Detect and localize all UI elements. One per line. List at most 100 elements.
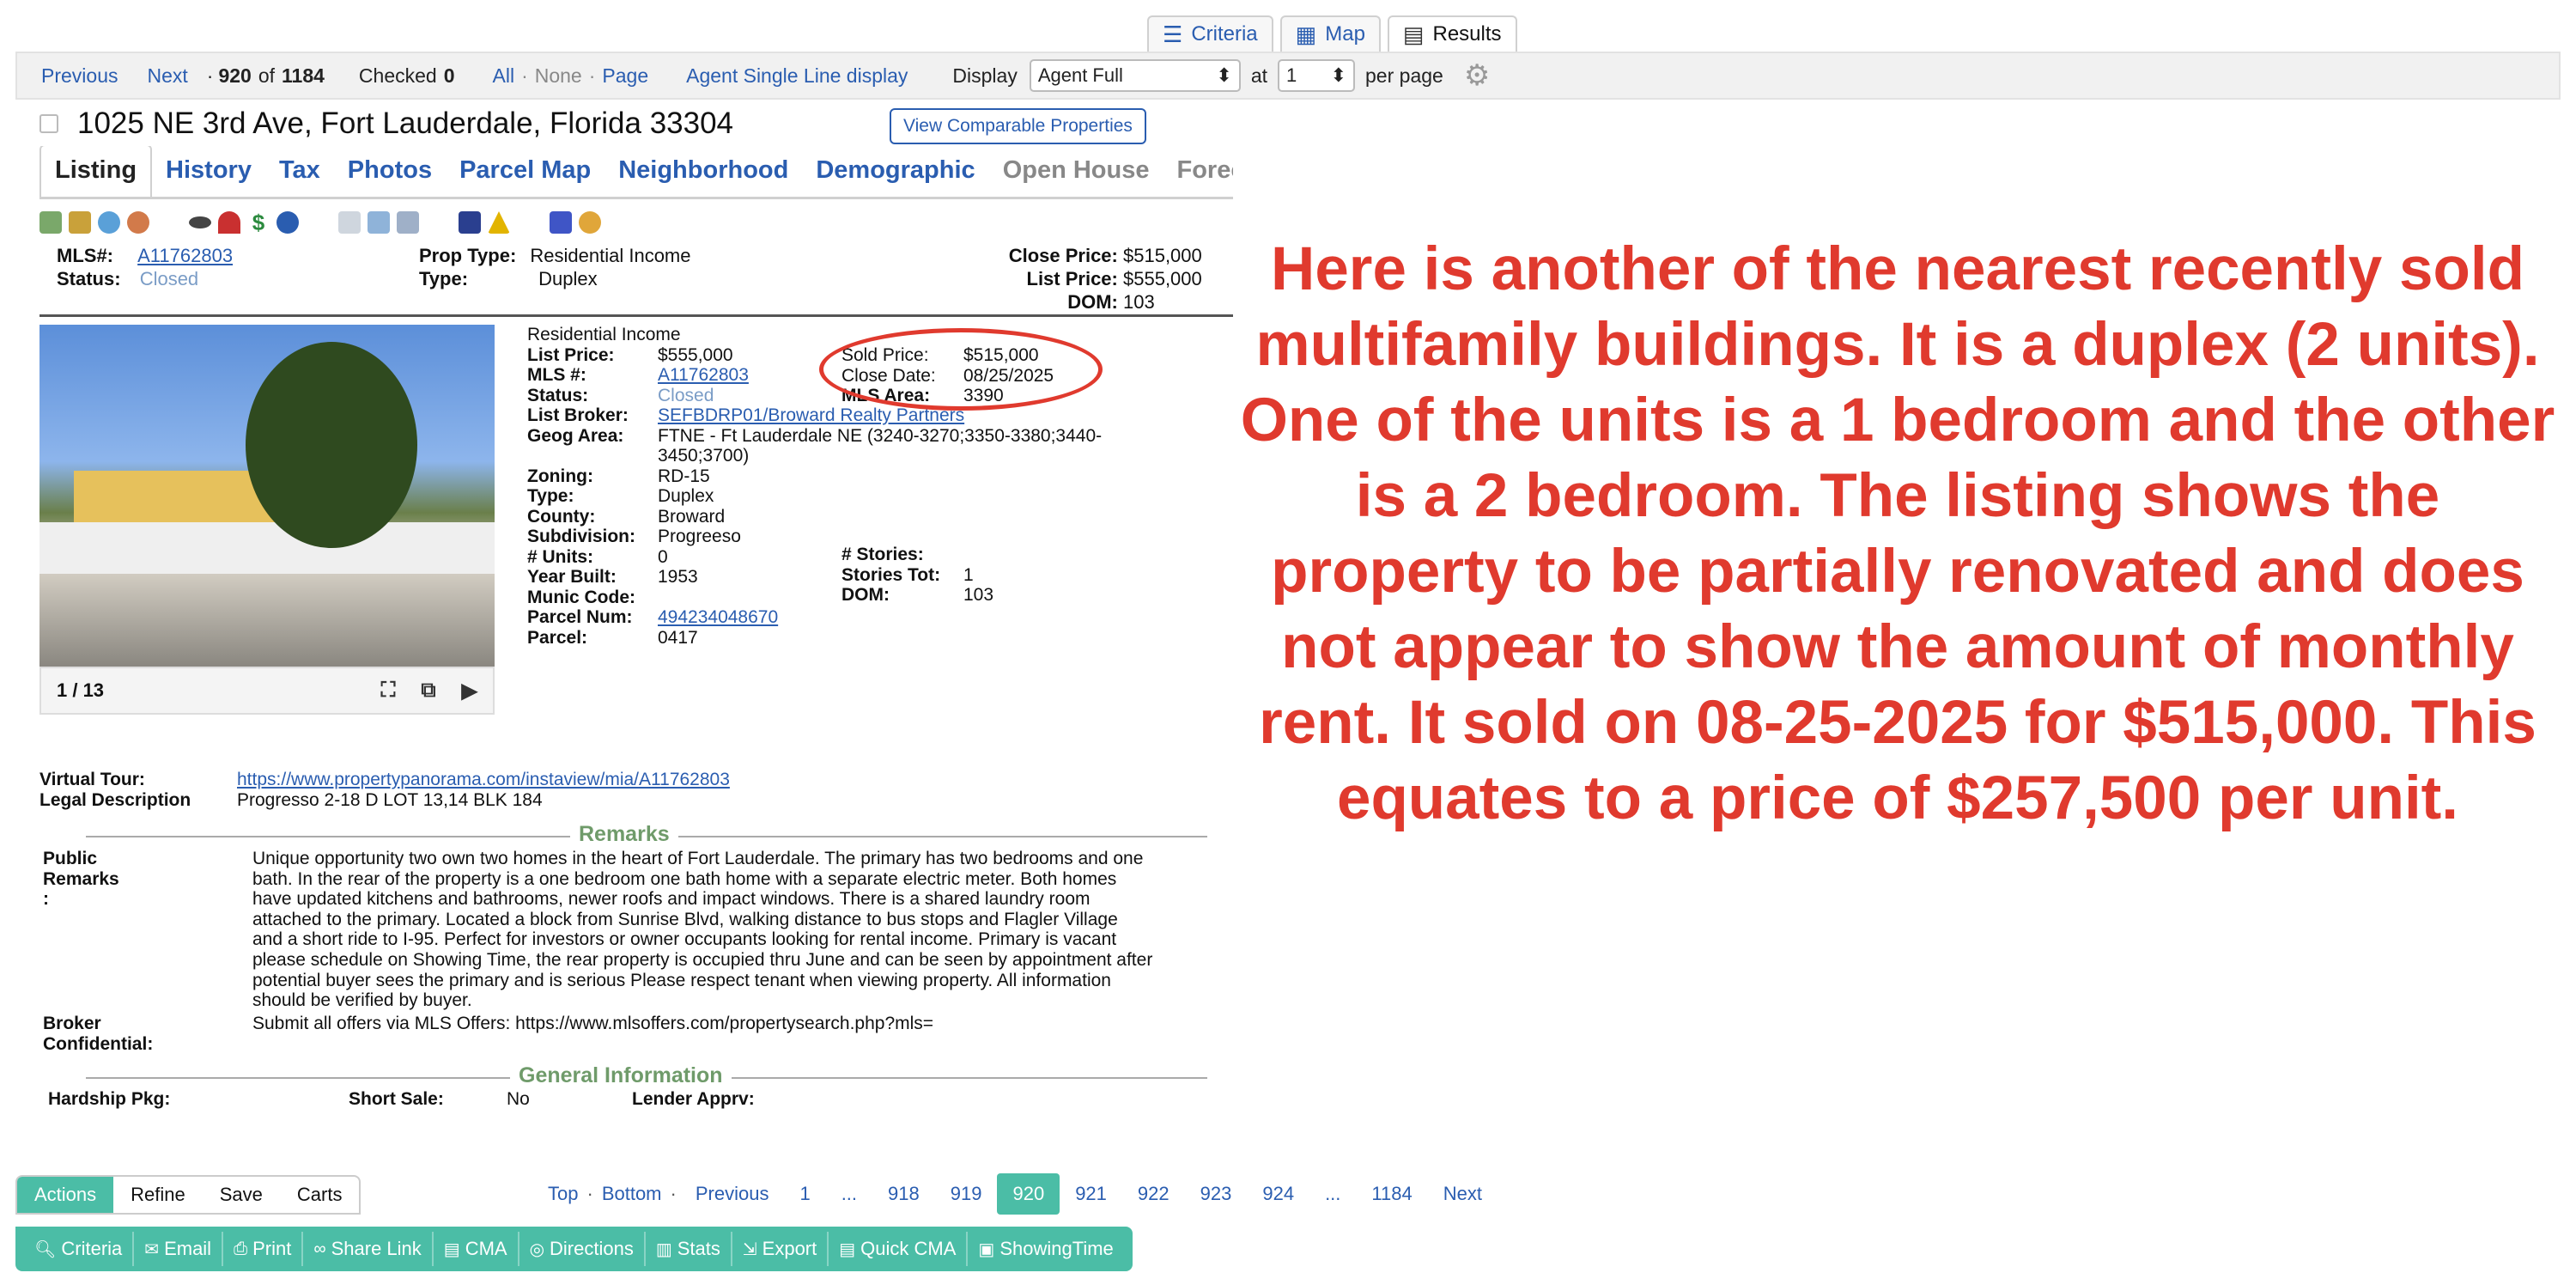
school-icon[interactable] bbox=[550, 211, 572, 234]
tab-foreclosure[interactable]: Foreclo bbox=[1163, 156, 1234, 197]
virtual-tour-row: Virtual Tour: https://www.propertypanora… bbox=[39, 770, 730, 790]
showingtime-button[interactable]: ▣ ShowingTime bbox=[968, 1232, 1123, 1266]
email-button[interactable]: ✉ Email bbox=[134, 1232, 224, 1266]
share-link-button-label: Share Link bbox=[331, 1238, 422, 1259]
pager-current-page[interactable]: 920 bbox=[997, 1173, 1060, 1215]
dollar-icon[interactable]: $ bbox=[247, 211, 270, 234]
handshake-icon[interactable] bbox=[338, 211, 361, 234]
share-link-button[interactable]: ∞ Share Link bbox=[303, 1232, 434, 1266]
display-select[interactable]: Agent Full ⬍ bbox=[1029, 59, 1241, 92]
remarks-line: please schedule on Showing Time, the rea… bbox=[252, 949, 1153, 970]
pager-page-link[interactable]: 1184 bbox=[1356, 1173, 1427, 1215]
tab-history[interactable]: History bbox=[152, 156, 265, 197]
select-all-link[interactable]: All bbox=[493, 64, 515, 88]
gallery-icon[interactable] bbox=[69, 211, 91, 234]
pager-ellipsis: ... bbox=[1325, 1183, 1341, 1204]
select-page-link[interactable]: Page bbox=[602, 64, 648, 88]
fence-shape bbox=[39, 522, 495, 574]
tab-open-house[interactable]: Open House bbox=[989, 156, 1163, 197]
tab-parcel-map[interactable]: Parcel Map bbox=[446, 156, 605, 197]
status-label: Status: bbox=[57, 268, 121, 289]
criteria-button[interactable]: 🔍︎ Criteria bbox=[24, 1232, 135, 1266]
view-comparable-button[interactable]: View Comparable Properties bbox=[890, 108, 1146, 144]
tab-actions[interactable]: Actions bbox=[17, 1177, 114, 1213]
export-button[interactable]: ⇲ Export bbox=[732, 1232, 829, 1266]
fullscreen-icon[interactable]: ⛶ bbox=[381, 679, 396, 703]
bar-chart-icon: ▥ bbox=[655, 1239, 672, 1259]
listing-checkbox[interactable] bbox=[39, 114, 58, 133]
pager-page-link[interactable]: 1 bbox=[784, 1173, 825, 1215]
list-price-value: $555,000 bbox=[1123, 268, 1202, 289]
copy-icon[interactable]: ⧉ bbox=[421, 679, 435, 703]
tab-neighborhood[interactable]: Neighborhood bbox=[605, 156, 802, 197]
summary-mls: MLS#: A11762803 Status: Closed bbox=[57, 244, 233, 290]
tree-shape bbox=[246, 342, 417, 548]
building-icon[interactable] bbox=[397, 211, 419, 234]
pager-page-link[interactable]: 923 bbox=[1185, 1173, 1248, 1215]
position-prefix: · bbox=[206, 64, 214, 87]
flower-icon[interactable] bbox=[579, 211, 601, 234]
listing-photo[interactable] bbox=[39, 325, 495, 667]
stats-button[interactable]: ▥ Stats bbox=[646, 1232, 732, 1266]
glasses-icon[interactable] bbox=[189, 216, 211, 228]
select-arrows-icon: ⬍ bbox=[1216, 64, 1232, 86]
per-page-select[interactable]: 1 ⬍ bbox=[1278, 59, 1356, 92]
virtual-tour-label: Virtual Tour: bbox=[39, 770, 145, 789]
pager-bottom-link[interactable]: Bottom bbox=[597, 1173, 667, 1215]
select-none-link[interactable]: None bbox=[535, 64, 582, 88]
remarks-line: attached to the primary. Located a block… bbox=[252, 909, 1118, 929]
pager-top-link[interactable]: Top bbox=[532, 1173, 583, 1215]
next-link[interactable]: Next bbox=[147, 64, 187, 88]
tab-carts[interactable]: Carts bbox=[280, 1177, 360, 1213]
stats-button-label: Stats bbox=[677, 1238, 720, 1259]
detail-label bbox=[527, 446, 658, 466]
pager-page-link[interactable]: 922 bbox=[1122, 1173, 1185, 1215]
quick-cma-button[interactable]: ▤ Quick CMA bbox=[829, 1232, 969, 1266]
detail-row: 3450;3700) bbox=[527, 446, 1327, 466]
settings-icon[interactable] bbox=[127, 211, 149, 234]
email-icon: ✉ bbox=[144, 1239, 160, 1259]
print-button-label: Print bbox=[252, 1238, 292, 1259]
pager-page-link[interactable]: 921 bbox=[1060, 1173, 1122, 1215]
tab-photos[interactable]: Photos bbox=[334, 156, 446, 197]
tab-tax[interactable]: Tax bbox=[265, 156, 334, 197]
magnet-icon[interactable] bbox=[218, 211, 240, 234]
per-page-label: per page bbox=[1365, 64, 1443, 87]
directions-button[interactable]: ◎ Directions bbox=[519, 1232, 646, 1266]
virtual-tour-link[interactable]: https://www.propertypanorama.com/instavi… bbox=[237, 770, 730, 790]
tab-demographic[interactable]: Demographic bbox=[802, 156, 988, 197]
globe-icon[interactable] bbox=[98, 211, 120, 234]
stories-label: DOM: bbox=[841, 585, 890, 605]
tab-listing[interactable]: Listing bbox=[39, 146, 153, 197]
pager-page-link[interactable]: 919 bbox=[935, 1173, 998, 1215]
warning-icon[interactable] bbox=[488, 211, 510, 234]
tab-map[interactable]: ▦ Map bbox=[1279, 15, 1381, 52]
tab-results[interactable]: ▤ Results bbox=[1387, 15, 1517, 52]
type-label: Type: bbox=[419, 268, 469, 289]
mls-link[interactable]: A11762803 bbox=[137, 245, 233, 266]
tab-criteria[interactable]: ☰ Criteria bbox=[1147, 15, 1273, 52]
agent-single-line-link[interactable]: Agent Single Line display bbox=[686, 64, 908, 88]
photo-icon[interactable] bbox=[39, 211, 62, 234]
tab-save[interactable]: Save bbox=[203, 1177, 280, 1213]
map-icon: ▦ bbox=[1295, 21, 1317, 47]
pager-previous-link[interactable]: Previous bbox=[680, 1173, 785, 1215]
document-icon: ▤ bbox=[839, 1239, 856, 1259]
summary-divider bbox=[39, 314, 1233, 317]
pager-next-link[interactable]: Next bbox=[1428, 1173, 1498, 1215]
play-icon[interactable]: ▶ bbox=[462, 679, 477, 703]
pager-page-link[interactable]: 918 bbox=[872, 1173, 935, 1215]
status-value: Closed bbox=[139, 268, 199, 289]
gear-icon[interactable]: ⚙ bbox=[1464, 58, 1490, 93]
compass-icon: ◎ bbox=[529, 1239, 545, 1259]
info-icon[interactable] bbox=[276, 211, 299, 234]
tools-icon[interactable] bbox=[368, 211, 390, 234]
house-icon[interactable] bbox=[459, 211, 481, 234]
tab-refine[interactable]: Refine bbox=[113, 1177, 203, 1213]
previous-link[interactable]: Previous bbox=[41, 64, 118, 88]
print-button[interactable]: ⎙ Print bbox=[223, 1232, 304, 1266]
remarks-line: and a short ride to I-95. Perfect for in… bbox=[252, 929, 1117, 950]
pager-page-link[interactable]: 924 bbox=[1247, 1173, 1309, 1215]
cma-button[interactable]: ▤ CMA bbox=[434, 1232, 519, 1266]
parcel-num-link[interactable]: 494234048670 bbox=[658, 607, 1327, 628]
